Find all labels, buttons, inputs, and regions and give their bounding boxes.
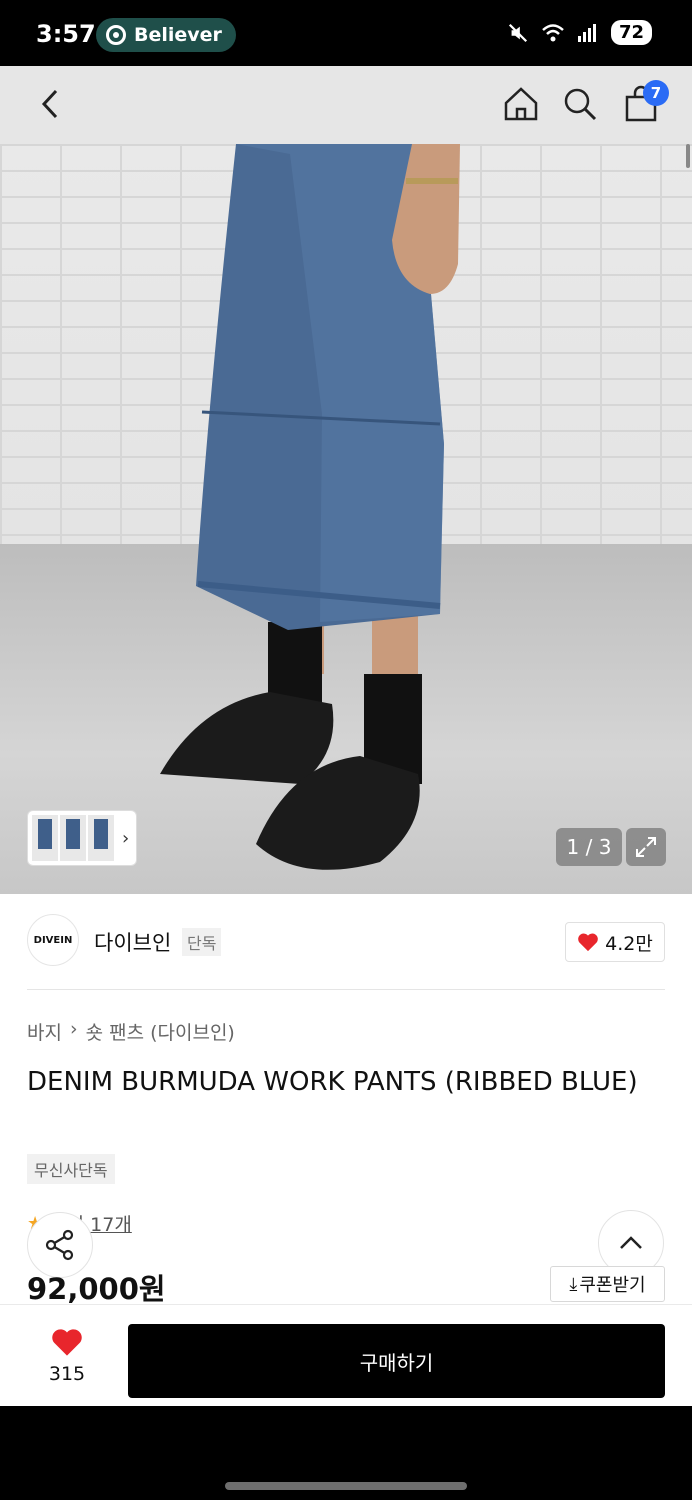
product-info: DIVEIN 다이브인 단독 4.2만 바지 › 숏 팬츠 (다이브인) DEN… xyxy=(0,894,692,1306)
coupon-label: 쿠폰받기 xyxy=(579,1275,646,1296)
exclusive-tag: 단독 xyxy=(182,928,222,956)
brand-like-button[interactable]: 4.2만 xyxy=(565,922,665,962)
chevron-left-icon xyxy=(41,89,58,119)
battery-indicator: 72 xyxy=(610,20,652,45)
brand-name[interactable]: 다이브인 xyxy=(94,927,171,957)
product-photo xyxy=(160,144,460,870)
download-icon: ⤓ xyxy=(569,1273,578,1295)
media-icon xyxy=(106,25,126,45)
expand-button[interactable] xyxy=(626,828,666,866)
breadcrumb-item[interactable]: 바지 xyxy=(27,1018,62,1045)
image-counter: 1 / 3 xyxy=(556,828,622,866)
media-pill-label: Believer xyxy=(134,24,222,46)
product-image-gallery[interactable]: › 1 / 3 xyxy=(0,144,692,894)
expand-icon xyxy=(636,837,656,857)
home-button[interactable] xyxy=(497,80,545,128)
wifi-icon xyxy=(542,23,564,41)
thumbnail-strip[interactable]: › xyxy=(27,810,137,866)
wishlist-button[interactable]: 315 xyxy=(36,1327,98,1385)
thumbnail-2[interactable] xyxy=(60,815,86,861)
search-icon xyxy=(564,88,597,121)
chevron-right-icon[interactable]: › xyxy=(122,828,129,849)
chevron-up-icon xyxy=(620,1236,642,1249)
home-indicator[interactable] xyxy=(225,1482,467,1490)
status-bar: 3:57 Believer 72 xyxy=(0,0,692,66)
brand-row[interactable]: DIVEIN 다이브인 단독 4.2만 xyxy=(0,894,692,990)
coupon-button[interactable]: ⤓ 쿠폰받기 xyxy=(550,1266,665,1302)
app-header: 7 xyxy=(0,66,692,144)
search-button[interactable] xyxy=(556,80,604,128)
product-title: DENIM BURMUDA WORK PANTS (RIBBED BLUE) xyxy=(27,1067,638,1097)
heart-icon xyxy=(52,1329,82,1356)
mute-icon xyxy=(508,23,527,42)
system-navigation-area xyxy=(0,1406,692,1500)
brand-like-count: 4.2만 xyxy=(605,932,653,955)
brand-logo[interactable]: DIVEIN xyxy=(27,914,79,966)
thumbnail-3[interactable] xyxy=(88,815,114,861)
home-icon xyxy=(504,87,538,121)
cart-button[interactable]: 7 xyxy=(617,80,669,128)
status-icons: 72 xyxy=(507,20,652,45)
gallery-scroll-indicator xyxy=(686,144,690,168)
heart-icon xyxy=(578,933,598,952)
thumbnail-1[interactable] xyxy=(32,815,58,861)
status-time: 3:57 xyxy=(36,20,96,48)
breadcrumb: 바지 › 숏 팬츠 (다이브인) xyxy=(27,1018,235,1045)
cart-count-badge: 7 xyxy=(643,80,669,106)
bottom-action-bar: 315 구매하기 xyxy=(0,1304,692,1406)
divider xyxy=(27,989,665,990)
breadcrumb-separator-icon: › xyxy=(69,1018,78,1040)
musinsa-exclusive-badge: 무신사단독 xyxy=(27,1154,115,1184)
back-button[interactable] xyxy=(30,84,70,124)
media-pill[interactable]: Believer xyxy=(96,18,236,52)
product-price: 92,000원 xyxy=(27,1272,166,1306)
share-icon xyxy=(45,1229,74,1261)
signal-icon xyxy=(577,23,596,42)
breadcrumb-item[interactable]: 숏 팬츠 (다이브인) xyxy=(86,1018,235,1045)
wishlist-count: 315 xyxy=(48,1363,86,1385)
buy-button[interactable]: 구매하기 xyxy=(128,1324,665,1398)
